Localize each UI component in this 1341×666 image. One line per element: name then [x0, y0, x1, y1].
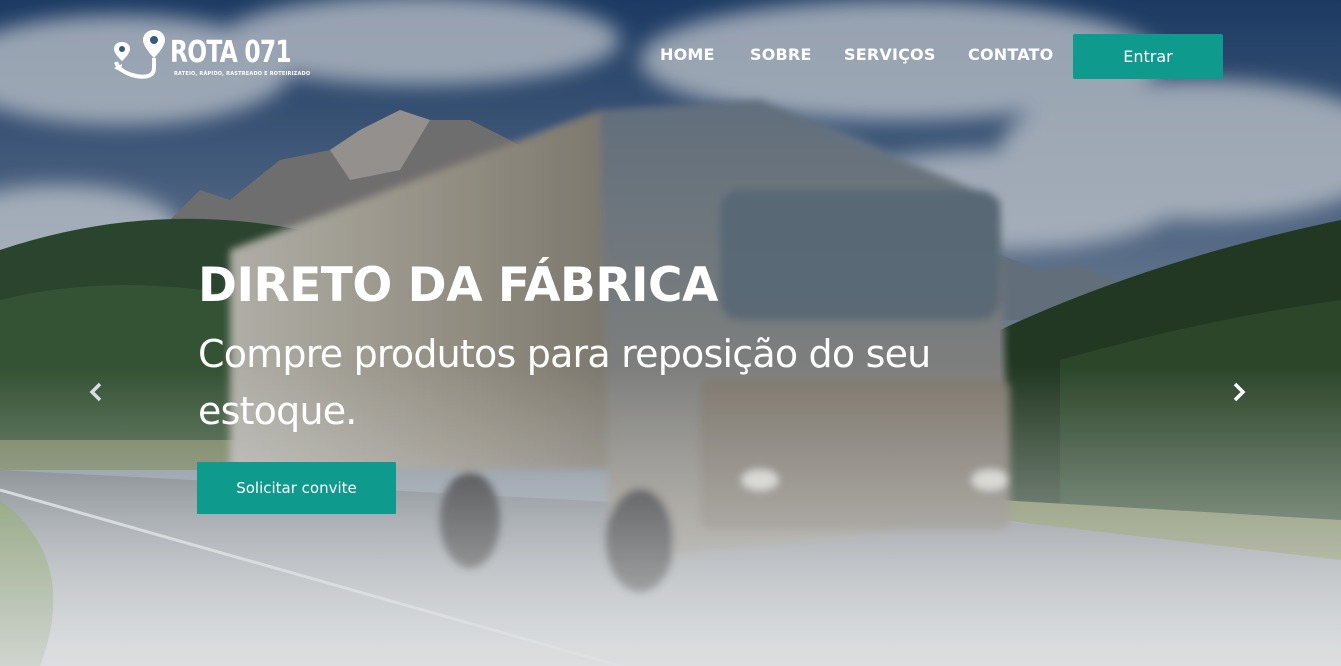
brand-tagline: RATEIO, RÁPIDO, RASTREADO E ROTEIRIZADO [174, 71, 311, 77]
request-invite-button[interactable]: Solicitar convite [197, 462, 396, 514]
brand-name: ROTA 071 [170, 35, 292, 70]
hero-title: DIRETO DA FÁBRICA [198, 258, 718, 313]
carousel-next-button[interactable] [1226, 380, 1250, 404]
map-pin-anchor-icon [114, 30, 165, 79]
nav-link-contato[interactable]: CONTATO [968, 44, 1053, 66]
nav-link-sobre[interactable]: SOBRE [750, 44, 812, 66]
login-button[interactable]: Entrar [1073, 34, 1223, 79]
hero-subtitle: Compre produtos para reposição do seu es… [198, 332, 931, 433]
brand-logo[interactable]: ROTA 071 RATEIO, RÁPIDO, RASTREADO E ROT… [112, 28, 310, 82]
chevron-right-icon [1233, 382, 1246, 402]
carousel-prev-button[interactable] [85, 380, 109, 404]
nav-link-home[interactable]: HOME [660, 44, 715, 66]
chevron-left-icon [89, 382, 102, 402]
hero-section: ROTA 071 RATEIO, RÁPIDO, RASTREADO E ROT… [0, 0, 1341, 666]
nav-link-servicos[interactable]: SERVIÇOS [844, 44, 936, 66]
